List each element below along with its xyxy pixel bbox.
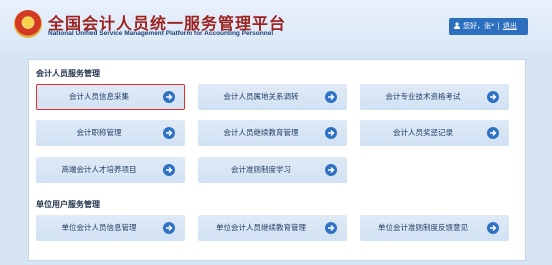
- tile-unit-info-management[interactable]: 单位会计人员信息管理: [36, 215, 185, 241]
- arrow-right-icon: [163, 164, 175, 176]
- tile-label: 会计人员继续教育管理: [223, 128, 299, 137]
- tile-label: 会计人员奖惩记录: [393, 128, 453, 137]
- tile-standards-learning[interactable]: 会计准则制度学习: [198, 157, 347, 183]
- arrow-right-icon: [163, 91, 175, 103]
- tile-label: 会计专业技术资格考试: [385, 92, 461, 101]
- arrow-right-icon: [325, 127, 337, 139]
- national-emblem-icon: [14, 10, 42, 38]
- tile-title-management[interactable]: 会计职称管理: [36, 120, 185, 146]
- tile-label: 会计人员属地关系调转: [223, 92, 299, 101]
- arrow-right-icon: [487, 222, 499, 234]
- tile-label: 高端会计人才培养项目: [61, 165, 137, 174]
- section-title-accountant-services: 会计人员服务管理: [36, 69, 100, 78]
- tile-unit-standards-feedback[interactable]: 单位会计准则制度反馈意见: [360, 215, 509, 241]
- tile-label: 单位会计准则制度反馈意见: [378, 223, 468, 232]
- arrow-right-icon: [487, 127, 499, 139]
- service-panel: 会计人员服务管理 会计人员信息采集 会计人员属地关系调转 会计专业技术资格考试 …: [28, 59, 526, 261]
- tile-label: 会计准则制度学习: [231, 165, 291, 174]
- arrow-right-icon: [325, 164, 337, 176]
- tile-label: 单位会计人员信息管理: [61, 223, 137, 232]
- tile-accountant-info-collection[interactable]: 会计人员信息采集: [36, 84, 185, 110]
- user-box: 您好，张* | 退出: [449, 18, 528, 35]
- logout-link[interactable]: 退出: [503, 22, 517, 30]
- tile-label: 单位会计人员继续教育管理: [216, 223, 306, 232]
- arrow-right-icon: [163, 127, 175, 139]
- tile-label: 会计职称管理: [76, 128, 122, 137]
- user-greeting[interactable]: 您好，张*: [463, 22, 495, 30]
- tile-continuing-education[interactable]: 会计人员继续教育管理: [198, 120, 347, 146]
- arrow-right-icon: [487, 91, 499, 103]
- arrow-right-icon: [163, 222, 175, 234]
- tile-territorial-transfer[interactable]: 会计人员属地关系调转: [198, 84, 347, 110]
- arrow-right-icon: [325, 91, 337, 103]
- user-icon: [454, 22, 460, 29]
- arrow-right-icon: [325, 222, 337, 234]
- user-separator: |: [497, 22, 500, 30]
- section-title-unit-services: 单位用户服务管理: [36, 200, 100, 209]
- tile-label: 会计人员信息采集: [69, 92, 129, 101]
- tile-rewards-penalties-record[interactable]: 会计人员奖惩记录: [360, 120, 509, 146]
- tile-professional-qualification-exam[interactable]: 会计专业技术资格考试: [360, 84, 509, 110]
- tile-senior-talent-program[interactable]: 高端会计人才培养项目: [36, 157, 185, 183]
- site-subtitle: National Unified Service Management Plat…: [48, 30, 274, 37]
- tile-unit-continuing-education[interactable]: 单位会计人员继续教育管理: [198, 215, 347, 241]
- site-header: 全国会计人员统一服务管理平台 National Unified Service …: [0, 0, 552, 50]
